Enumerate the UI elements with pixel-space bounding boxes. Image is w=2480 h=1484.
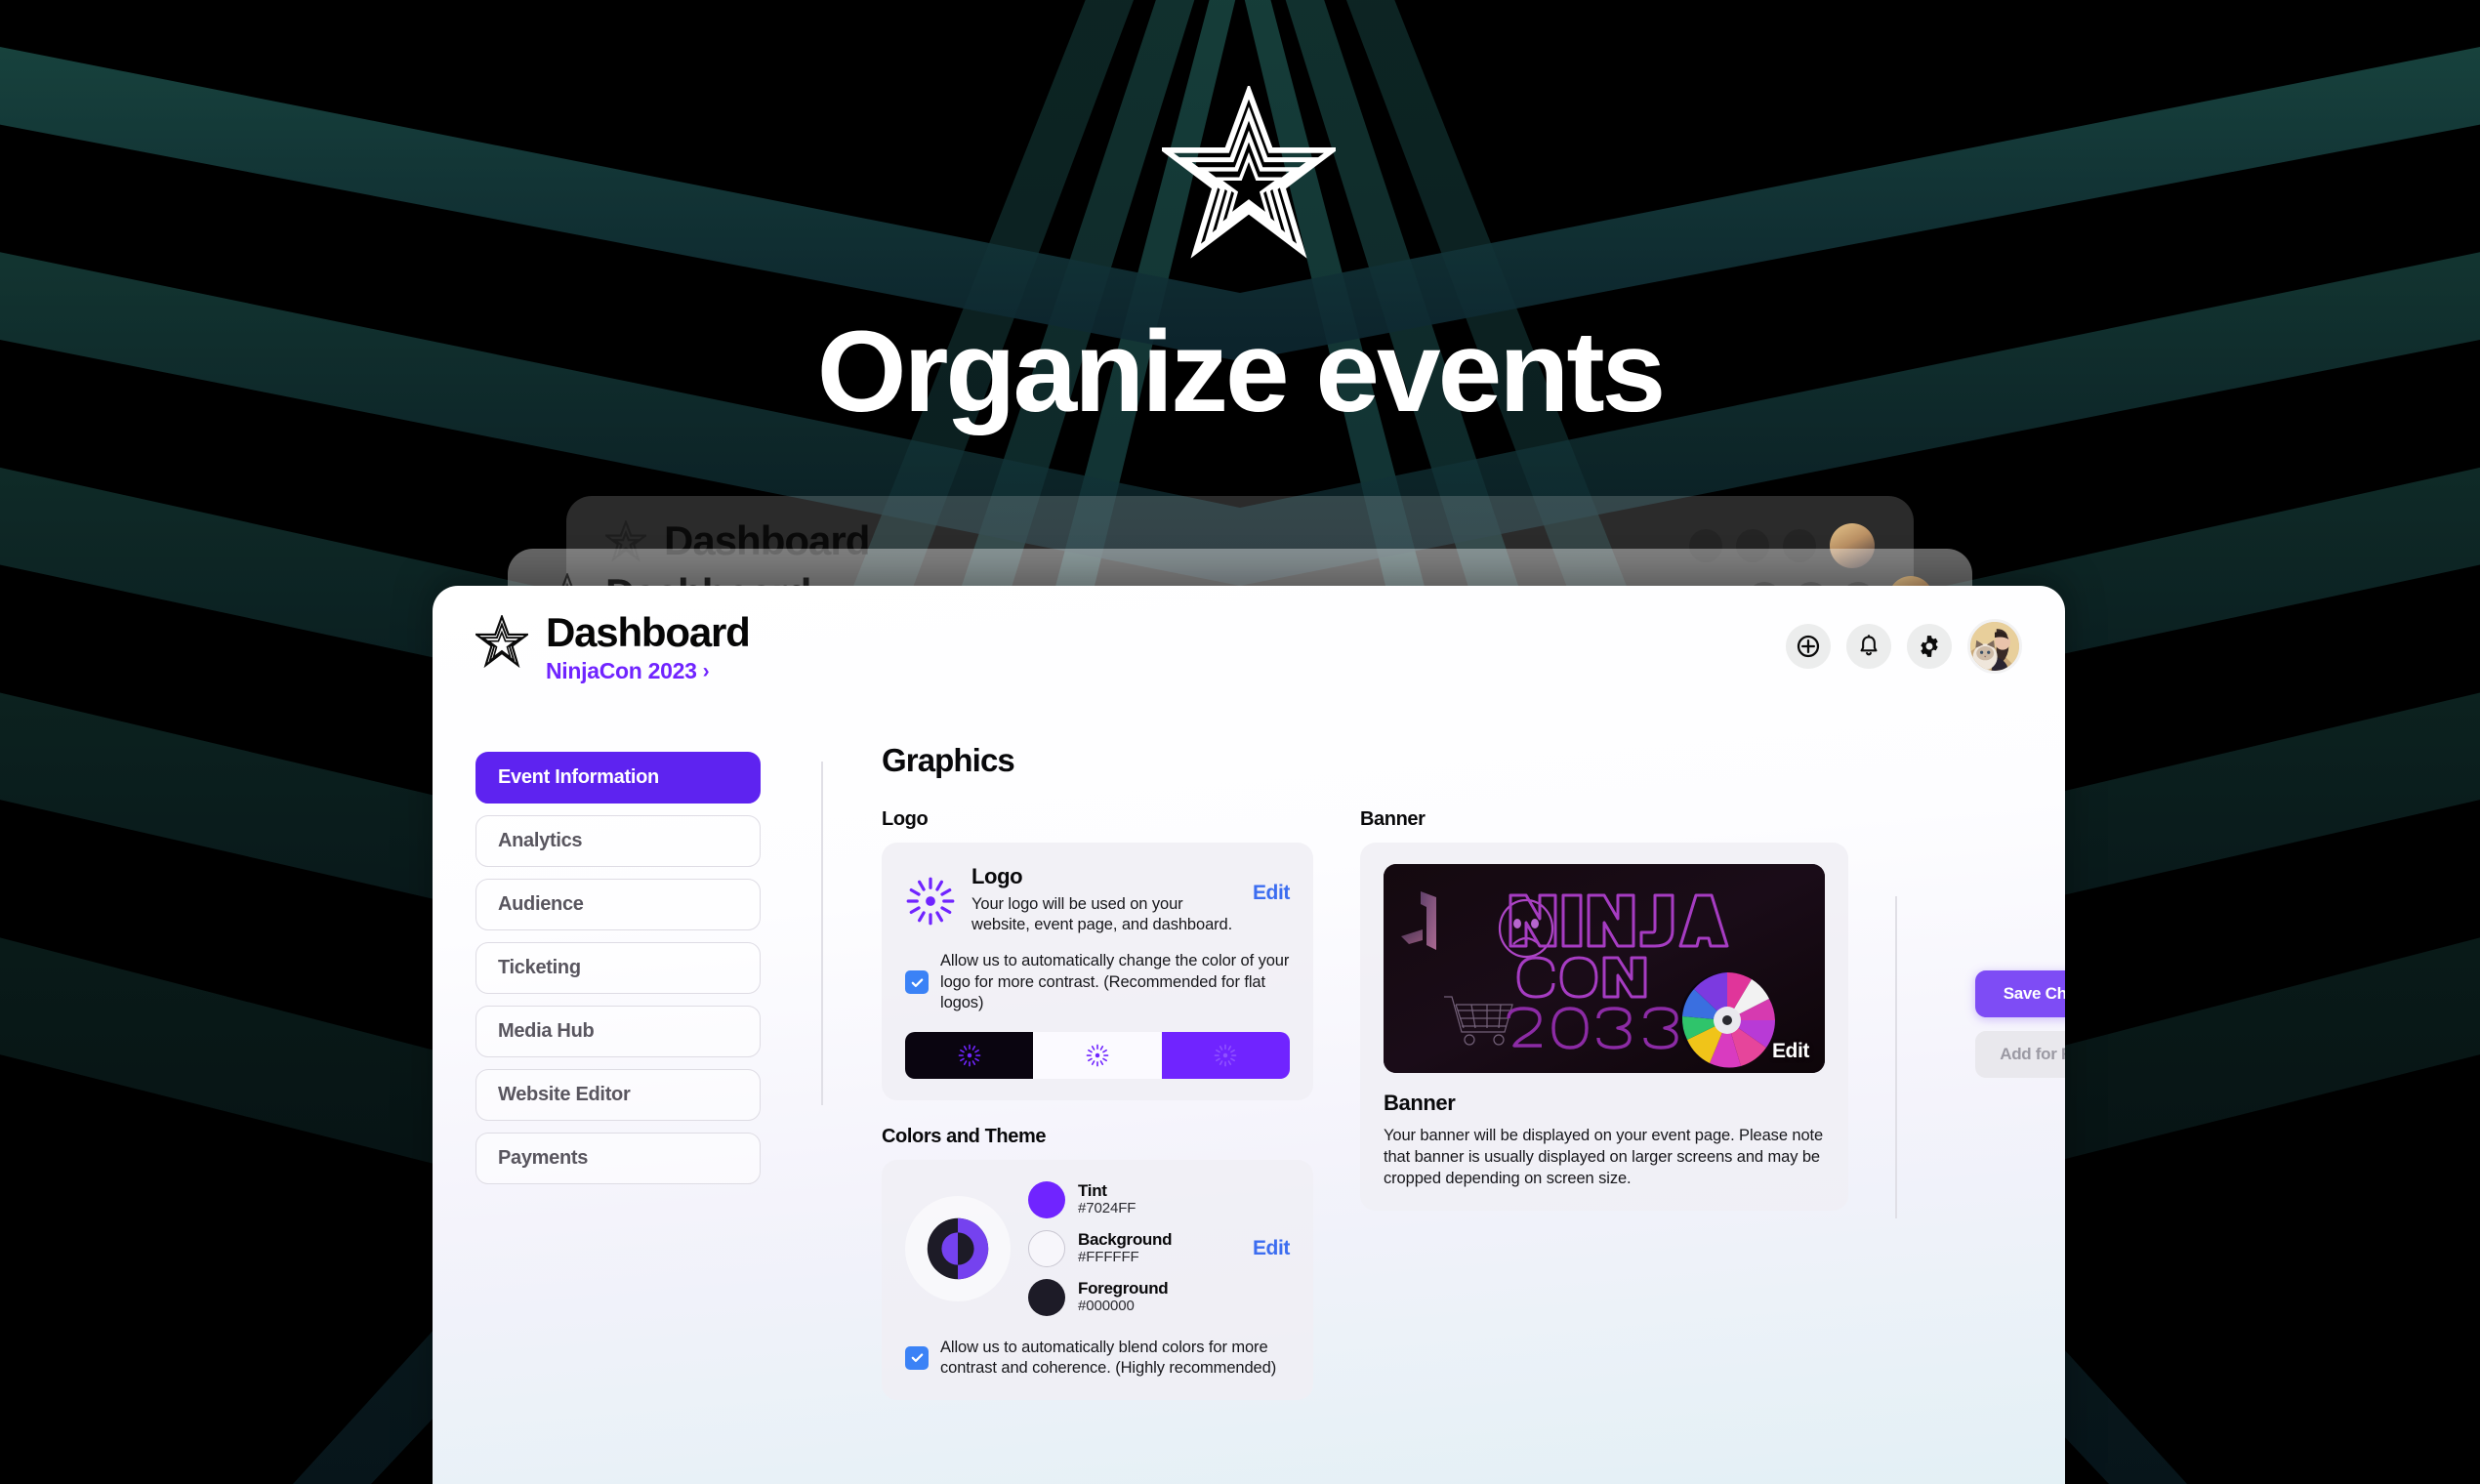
theme-wheel-icon (905, 1195, 1011, 1301)
logo-preview-strip (905, 1031, 1290, 1079)
banner-section-label: Banner (1360, 808, 1426, 830)
save-changes-button[interactable]: Save Changes (1975, 970, 2065, 1017)
header-actions (1786, 611, 2022, 674)
graphics-panel: Graphics Logo Logo Your logo will be use… (823, 701, 2065, 1401)
banner-card-title: Banner (1384, 1091, 1456, 1115)
logo-card-description: Your logo will be used on your website, … (971, 895, 1233, 934)
sidebar-item-label: Ticketing (498, 957, 581, 978)
logo-card-row: Logo Your logo will be used on your webs… (905, 864, 1290, 935)
banner-image[interactable]: Edit (1384, 864, 1825, 1073)
colors-autoblend-checkbox-row: Allow us to automatically blend colors f… (905, 1338, 1290, 1380)
chevron-right-icon: › (702, 660, 710, 683)
event-name: NinjaCon 2023 (546, 658, 697, 684)
header-text-block: Dashboard NinjaCon 2023 › (546, 609, 751, 684)
app-body: Event Information Analytics Audience Tic… (433, 701, 2065, 1401)
colors-card-row: Tint #7024FF Background #FFFFFF Foregrou… (905, 1180, 1290, 1316)
sidebar: Event Information Analytics Audience Tic… (475, 701, 761, 1400)
logo-autocolor-checkbox-row: Allow us to automatically change the col… (905, 951, 1290, 1013)
add-for-review-button[interactable]: Add for Review (1975, 1031, 2065, 1078)
banner-edit-link[interactable]: Edit (1772, 1040, 1809, 1063)
section-title: Graphics (882, 742, 1015, 778)
add-circle-icon[interactable] (1786, 624, 1831, 669)
swatch-color-dot (1028, 1278, 1065, 1316)
page-title: Dashboard (546, 609, 751, 655)
colors-card: Tint #7024FF Background #FFFFFF Foregrou… (882, 1159, 1313, 1401)
logo-preview-tint[interactable] (1161, 1031, 1290, 1079)
hero-title: Organize events (816, 308, 1667, 436)
banner-card: Edit Banner Your banner will be displaye… (1360, 843, 1848, 1212)
sidebar-item-label: Audience (498, 893, 584, 915)
sidebar-item-label: Event Information (498, 766, 659, 788)
sidebar-item-website-editor[interactable]: Website Editor (475, 1069, 761, 1121)
nested-star-icon (475, 615, 528, 668)
logo-card-copy: Logo Your logo will be used on your webs… (971, 864, 1237, 935)
actions-rail: Save Changes Add for Review (1944, 808, 2065, 1078)
color-swatch-list: Tint #7024FF Background #FFFFFF Foregrou… (1028, 1180, 1235, 1316)
gear-icon[interactable] (1907, 624, 1952, 669)
content-columns: Logo Logo Your logo will be used on your… (882, 808, 2065, 1401)
swatch-hex: #000000 (1078, 1298, 1135, 1315)
logo-card-title: Logo (971, 864, 1023, 888)
dashboard-window: Dashboard NinjaCon 2023 › Event Informat… (433, 586, 2065, 1484)
swatch-hex: #7024FF (1078, 1200, 1137, 1217)
swatch-color-dot (1028, 1180, 1065, 1218)
app-header: Dashboard NinjaCon 2023 › (433, 586, 2065, 701)
swatch-name: Foreground (1078, 1278, 1169, 1298)
left-column: Logo Logo Your logo will be used on your… (882, 808, 1313, 1401)
avatar[interactable] (1967, 619, 2022, 674)
nested-star-icon (1162, 86, 1336, 260)
logo-autocolor-checkbox[interactable] (905, 970, 929, 995)
colors-section-label: Colors and Theme (882, 1125, 1047, 1147)
logo-preview-dark[interactable] (905, 1031, 1034, 1079)
swatch-background[interactable]: Background #FFFFFF (1028, 1229, 1235, 1267)
swatch-name: Background (1078, 1229, 1173, 1249)
swatch-hex: #FFFFFF (1078, 1249, 1139, 1266)
swatch-color-dot (1028, 1229, 1065, 1267)
bell-icon[interactable] (1846, 624, 1891, 669)
sidebar-item-ticketing[interactable]: Ticketing (475, 942, 761, 994)
logo-preview-light[interactable] (1033, 1031, 1162, 1079)
sidebar-item-label: Website Editor (498, 1084, 631, 1105)
logo-edit-link[interactable]: Edit (1253, 882, 1290, 905)
colors-autoblend-checkbox[interactable] (905, 1345, 929, 1370)
sidebar-item-label: Payments (498, 1147, 589, 1169)
logo-section-label: Logo (882, 808, 929, 830)
sidebar-item-payments[interactable]: Payments (475, 1133, 761, 1184)
sidebar-item-analytics[interactable]: Analytics (475, 815, 761, 867)
logo-card: Logo Your logo will be used on your webs… (882, 843, 1313, 1100)
sidebar-item-audience[interactable]: Audience (475, 879, 761, 930)
right-column: Banner Edit Banner Your banner will be d… (1360, 808, 1848, 1212)
actions-divider (1895, 896, 1897, 1218)
swatch-tint[interactable]: Tint #7024FF (1028, 1180, 1235, 1218)
colors-autoblend-label: Allow us to automatically blend colors f… (940, 1338, 1277, 1377)
burst-logo-icon (905, 876, 956, 927)
sidebar-item-label: Media Hub (498, 1020, 595, 1042)
swatch-foreground[interactable]: Foreground #000000 (1028, 1278, 1235, 1316)
swatch-name: Tint (1078, 1180, 1107, 1200)
sidebar-item-media-hub[interactable]: Media Hub (475, 1006, 761, 1057)
event-breadcrumb[interactable]: NinjaCon 2023 › (546, 658, 750, 684)
logo-autocolor-label: Allow us to automatically change the col… (940, 952, 1290, 1012)
banner-card-description: Your banner will be displayed on your ev… (1384, 1127, 1824, 1187)
colors-edit-link[interactable]: Edit (1253, 1237, 1290, 1260)
sidebar-item-label: Analytics (498, 830, 583, 851)
sidebar-item-event-information[interactable]: Event Information (475, 752, 761, 804)
